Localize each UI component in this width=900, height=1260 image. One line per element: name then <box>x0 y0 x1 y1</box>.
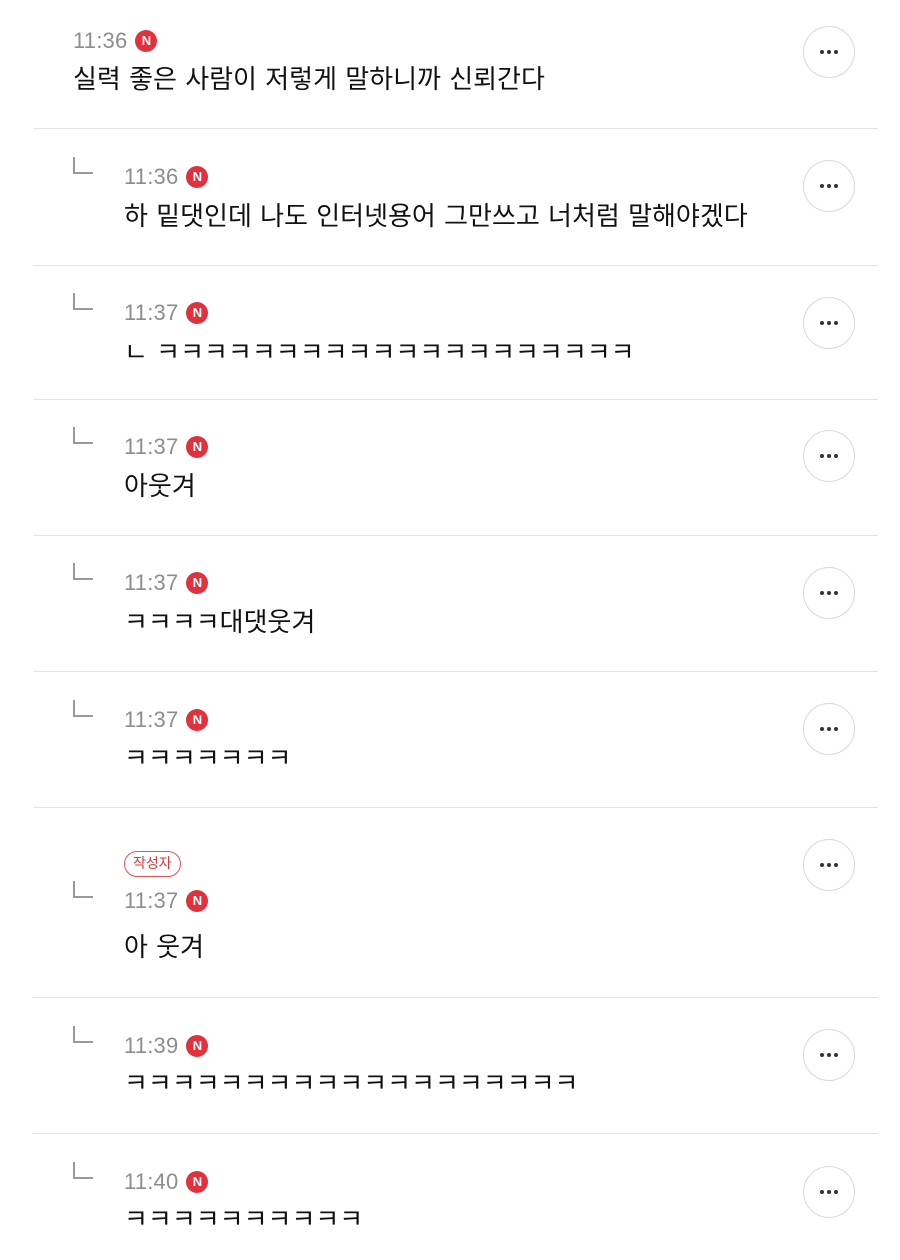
comment-time: 11:37 <box>124 707 179 732</box>
comment-meta: 11:36 N <box>124 162 209 192</box>
more-options-button[interactable] <box>803 160 855 212</box>
more-horizontal-icon-dot <box>827 591 831 595</box>
comment-text: ㅋㅋㅋㅋ대댓웃겨 <box>124 608 316 638</box>
more-horizontal-icon-dot <box>827 184 831 188</box>
comment-time: 11:37 <box>124 300 179 325</box>
more-options-button[interactable] <box>803 1029 855 1081</box>
more-horizontal-icon-dot <box>834 863 838 867</box>
more-options-button[interactable] <box>803 297 855 349</box>
new-badge-icon: N <box>135 30 158 52</box>
reply-arrow-icon <box>72 880 94 902</box>
comment-text: 아웃겨 <box>124 472 196 502</box>
more-horizontal-icon-dot <box>827 727 831 731</box>
more-options-button[interactable] <box>803 26 855 78</box>
more-options-button[interactable] <box>803 839 855 891</box>
comment-text: ㅋㅋㅋㅋㅋㅋㅋㅋㅋㅋㅋㅋㅋㅋㅋㅋㅋㅋㅋ <box>124 1069 579 1099</box>
new-badge-icon: N <box>186 1035 209 1057</box>
new-badge-icon: N <box>186 166 209 188</box>
more-horizontal-icon-dot <box>827 454 831 458</box>
more-options-button[interactable] <box>803 1166 855 1218</box>
comment-divider <box>33 128 878 129</box>
comment-meta: 11:39 N <box>124 1031 209 1061</box>
more-horizontal-icon-dot <box>820 727 824 731</box>
reply-arrow-icon <box>72 699 94 721</box>
comment-text: ㄴ ㅋㅋㅋㅋㅋㅋㅋㅋㅋㅋㅋㅋㅋㅋㅋㅋㅋㅋㅋㅋ <box>124 338 635 368</box>
more-horizontal-icon-dot <box>827 863 831 867</box>
comment-time: 11:39 <box>124 1033 179 1058</box>
more-horizontal-icon-dot <box>820 863 824 867</box>
new-badge-icon: N <box>186 1171 209 1193</box>
more-horizontal-icon-dot <box>827 1053 831 1057</box>
comment-divider <box>33 671 878 672</box>
reply-arrow-icon <box>72 1161 94 1183</box>
more-horizontal-icon-dot <box>827 1190 831 1194</box>
comment-time: 11:36 <box>73 28 128 53</box>
comment-text: 실력 좋은 사람이 저렇게 말하니까 신뢰간다 <box>73 65 545 95</box>
comment-list: 11:36 N 실력 좋은 사람이 저렇게 말하니까 신뢰간다 11:36 N 하 밑댓인… <box>0 0 900 1260</box>
comment-divider <box>33 265 878 266</box>
comment-time: 11:40 <box>124 1169 179 1194</box>
more-options-button[interactable] <box>803 430 855 482</box>
more-horizontal-icon-dot <box>834 321 838 325</box>
reply-arrow-icon <box>72 292 94 314</box>
comment-meta: 11:37 N <box>124 432 209 462</box>
comment-meta: 11:40 N <box>124 1167 209 1197</box>
new-badge-icon: N <box>186 436 209 458</box>
more-options-button[interactable] <box>803 567 855 619</box>
more-horizontal-icon-dot <box>820 50 824 54</box>
comment-divider <box>33 535 878 536</box>
comment-meta: 11:37 N <box>124 298 209 328</box>
comment-divider <box>33 399 878 400</box>
more-horizontal-icon-dot <box>820 184 824 188</box>
comment-divider <box>33 997 878 998</box>
comment-meta: 11:37 N <box>124 705 209 735</box>
comment-text: ㅋㅋㅋㅋㅋㅋㅋ <box>124 744 292 774</box>
new-badge-icon: N <box>186 302 209 324</box>
more-horizontal-icon-dot <box>834 591 838 595</box>
more-horizontal-icon-dot <box>827 50 831 54</box>
comment-text: 하 밑댓인데 나도 인터넷용어 그만쓰고 너처럼 말해야겠다 <box>124 202 748 232</box>
more-horizontal-icon-dot <box>820 591 824 595</box>
comment-meta: 11:37 N <box>124 568 209 598</box>
comment-time: 11:37 <box>124 888 179 913</box>
reply-arrow-icon <box>72 562 94 584</box>
more-horizontal-icon-dot <box>827 321 831 325</box>
new-badge-icon: N <box>186 890 209 912</box>
new-badge-icon: N <box>186 709 209 731</box>
more-horizontal-icon-dot <box>834 1053 838 1057</box>
comment-time: 11:37 <box>124 434 179 459</box>
comment-text: 아 웃겨 <box>124 933 205 963</box>
more-horizontal-icon-dot <box>834 727 838 731</box>
reply-arrow-icon <box>72 156 94 178</box>
reply-arrow-icon <box>72 1025 94 1047</box>
comment-time: 11:37 <box>124 570 179 595</box>
more-options-button[interactable] <box>803 703 855 755</box>
comment-meta: 11:37 N <box>124 886 209 916</box>
new-badge-icon: N <box>186 572 209 594</box>
comment-divider <box>33 807 878 808</box>
more-horizontal-icon-dot <box>820 1190 824 1194</box>
more-horizontal-icon-dot <box>834 50 838 54</box>
more-horizontal-icon-dot <box>834 1190 838 1194</box>
more-horizontal-icon-dot <box>820 1053 824 1057</box>
more-horizontal-icon-dot <box>834 454 838 458</box>
author-badge: 작성자 <box>124 851 181 877</box>
comment-divider <box>33 1133 878 1134</box>
more-horizontal-icon-dot <box>820 321 824 325</box>
more-horizontal-icon-dot <box>834 184 838 188</box>
more-horizontal-icon-dot <box>820 454 824 458</box>
reply-arrow-icon <box>72 426 94 448</box>
comment-meta: 11:36 N <box>73 26 158 56</box>
comment-text: ㅋㅋㅋㅋㅋㅋㅋㅋㅋㅋ <box>124 1205 364 1235</box>
comment-time: 11:36 <box>124 164 179 189</box>
